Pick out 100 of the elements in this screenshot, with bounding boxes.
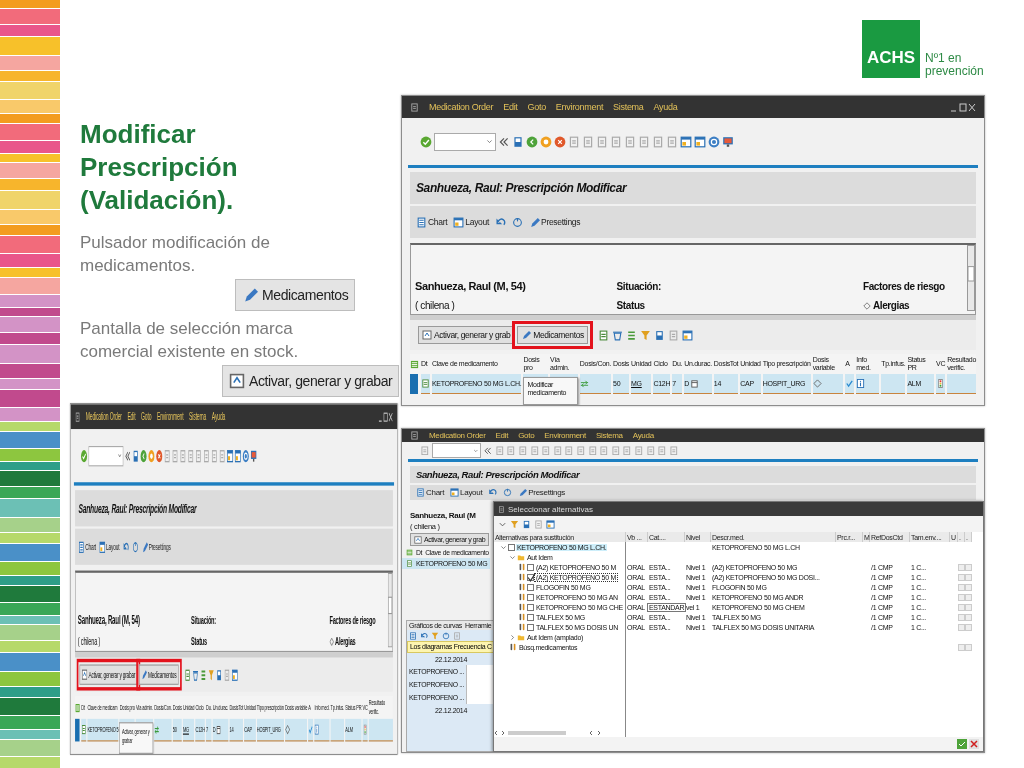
menu-item[interactable]: Goto — [141, 410, 152, 423]
patient-name: Sanhueza, Raul (M — [410, 511, 476, 520]
checkbox[interactable] — [527, 563, 534, 571]
save-icon — [512, 135, 524, 148]
checkbox[interactable] — [965, 623, 972, 631]
checkbox[interactable] — [958, 603, 965, 611]
refresh-button[interactable] — [503, 488, 513, 497]
menu-item[interactable]: Goto — [518, 431, 535, 440]
view-button[interactable]: Chart — [416, 216, 448, 228]
view-button[interactable]: Chart — [78, 540, 96, 553]
chevron-down-icon — [486, 138, 493, 145]
info-icon — [314, 724, 320, 735]
view-button[interactable]: Layout — [453, 216, 490, 228]
menu-item[interactable]: Ayuda — [653, 102, 678, 112]
menu-item[interactable]: Edit — [495, 431, 509, 440]
view-button[interactable]: Presettings — [518, 488, 566, 497]
menu-item[interactable]: Edit — [127, 410, 136, 423]
checkbox[interactable] — [965, 643, 972, 651]
checkbox[interactable] — [965, 563, 972, 571]
checkbox[interactable] — [958, 563, 965, 571]
undo-button[interactable] — [488, 488, 498, 497]
menu-item[interactable]: Environment — [156, 410, 184, 423]
save-icon — [522, 519, 531, 529]
document-icon — [184, 668, 191, 681]
view-button[interactable]: Presettings — [141, 540, 171, 553]
menu-item[interactable]: Ayuda — [632, 431, 654, 440]
menu-item[interactable]: Environment — [555, 102, 604, 112]
list-icon — [625, 329, 637, 341]
view-button[interactable]: Layout — [99, 540, 120, 553]
view-button[interactable]: Presettings — [529, 216, 581, 228]
checkbox[interactable] — [527, 583, 534, 591]
menu-item[interactable]: Sistema — [189, 410, 207, 423]
scrollbar-drawing[interactable] — [387, 572, 393, 648]
checkbox[interactable] — [958, 583, 965, 591]
page-icon — [599, 445, 609, 456]
checkbox[interactable] — [527, 623, 534, 631]
filter-icon — [510, 519, 519, 529]
calendar-icon — [689, 379, 699, 388]
checkbox[interactable] — [527, 613, 534, 621]
command-field[interactable] — [434, 132, 496, 151]
checkbox[interactable] — [965, 573, 972, 581]
screen-title: Sanhueza, Raul: Prescripción Modificar — [416, 469, 580, 480]
checkbox[interactable] — [958, 643, 965, 651]
allergies-label: Alergias — [335, 635, 356, 648]
confirm-button[interactable] — [957, 739, 967, 749]
folder-icon — [517, 633, 525, 641]
command-field[interactable] — [88, 445, 124, 466]
menu-item[interactable]: Medication Order — [429, 431, 486, 440]
menu-item[interactable]: Medication Order — [85, 410, 122, 423]
menu-item[interactable]: Environment — [544, 431, 586, 440]
checkbox[interactable] — [958, 573, 965, 581]
info-icon — [856, 379, 866, 388]
checkbox[interactable] — [958, 613, 965, 621]
checkbox[interactable] — [958, 623, 965, 631]
checkbox[interactable] — [958, 593, 965, 601]
chart-icon — [416, 216, 427, 228]
page-icon — [506, 445, 516, 456]
pill-icon — [518, 593, 526, 601]
view-button[interactable]: Layout — [450, 488, 483, 497]
action-button[interactable]: Activar, generar y grab — [418, 326, 515, 344]
view-button[interactable]: Chart — [416, 488, 445, 497]
layout-icon — [680, 135, 692, 148]
checkbox[interactable] — [508, 543, 515, 551]
window-controls-icon[interactable] — [950, 102, 976, 112]
situation-label: Situación: — [616, 281, 662, 292]
patient-nationality: ( chilena ) — [415, 300, 456, 311]
help-icon — [708, 135, 720, 148]
checkbox[interactable] — [965, 613, 972, 621]
chart-icon — [416, 488, 425, 497]
checkbox[interactable] — [527, 603, 534, 611]
checkbox[interactable] — [527, 593, 534, 601]
checkbox[interactable] — [527, 573, 534, 581]
calendar-icon — [216, 724, 222, 735]
menu-item[interactable]: Sistema — [613, 102, 644, 112]
double-chevron-icon — [483, 445, 493, 456]
cancel-button[interactable] — [969, 739, 979, 749]
save-icon — [132, 448, 140, 463]
menu-item[interactable]: Edit — [503, 102, 518, 112]
pill-icon — [518, 623, 526, 631]
table-cell — [330, 718, 345, 742]
row-selector[interactable] — [75, 718, 80, 742]
refresh-button[interactable] — [132, 540, 139, 553]
undo-icon — [488, 488, 498, 497]
checkbox[interactable] — [965, 583, 972, 591]
page-icon — [568, 135, 580, 148]
menu-item[interactable]: Goto — [527, 102, 546, 112]
refresh-button[interactable] — [512, 216, 524, 228]
checkbox[interactable] — [965, 603, 972, 611]
table-cell — [368, 718, 393, 742]
pill-icon — [509, 643, 517, 651]
status-label: Status — [616, 300, 646, 311]
menu-item[interactable]: Ayuda — [211, 410, 226, 423]
layout-icon — [694, 135, 706, 148]
menu-item[interactable]: Sistema — [595, 431, 623, 440]
folder-icon — [517, 553, 525, 561]
menu-item[interactable]: Medication Order — [429, 102, 494, 112]
scrollbar-drawing[interactable] — [967, 245, 975, 311]
checkbox[interactable] — [965, 593, 972, 601]
undo-button[interactable] — [495, 216, 507, 228]
cancel-icon — [155, 448, 163, 463]
